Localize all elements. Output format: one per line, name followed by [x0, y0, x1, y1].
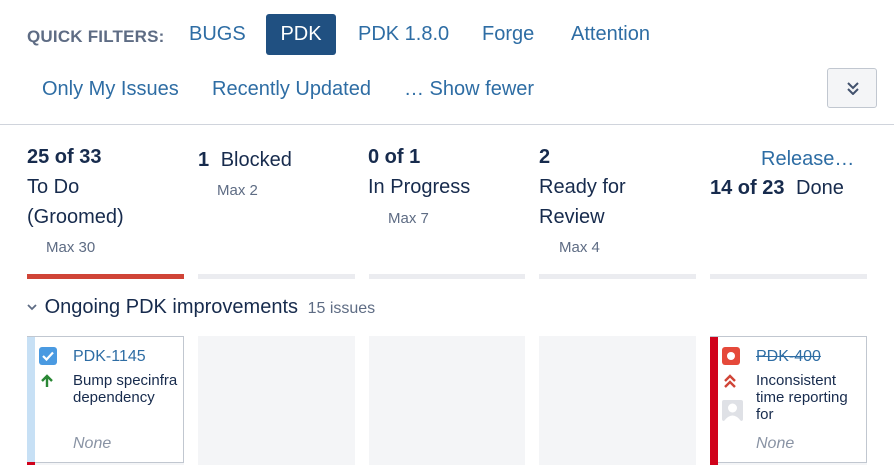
quick-filter-pdk-active[interactable]: PDK — [266, 14, 336, 55]
column-max-ready-for-review: Max 4 — [559, 239, 600, 256]
column-max-todo: Max 30 — [46, 239, 96, 256]
quick-filter-pdk-180[interactable]: PDK 1.8.0 — [358, 23, 449, 46]
bug-icon — [722, 347, 740, 365]
issue-card-pdk-1145[interactable]: PDK-1145 Bump specinfra dependency None — [27, 336, 184, 463]
priority-critical-icon — [722, 373, 738, 394]
show-fewer-link[interactable]: … Show fewer — [404, 78, 534, 101]
column-header-done: 14 of 23 Done — [710, 177, 844, 200]
release-link[interactable]: Release… — [761, 148, 854, 171]
column-cell-in-progress — [369, 336, 525, 465]
column-name-line2: Review — [539, 206, 605, 228]
task-icon — [39, 347, 57, 365]
issue-extra-field: None — [73, 435, 112, 452]
column-limit-bar-in-progress — [369, 274, 525, 279]
issue-card-pdk-400[interactable]: PDK-400 Inconsistent time reporting for … — [710, 336, 867, 463]
column-max-blocked: Max 2 — [217, 182, 258, 199]
column-name-line2: (Groomed) — [27, 206, 124, 228]
column-header-blocked: 1 Blocked — [198, 149, 292, 172]
card-grabber[interactable] — [710, 337, 718, 462]
column-count: 14 of 23 — [710, 177, 785, 199]
quick-filters-label: QUICK FILTERS: — [27, 27, 165, 46]
quick-filter-only-my-issues[interactable]: Only My Issues — [42, 78, 179, 101]
column-header-ready-for-review: 2 Ready for Review — [539, 146, 626, 229]
swimlane-title: Ongoing PDK improvements — [44, 296, 299, 318]
swimlane-header[interactable]: Ongoing PDK improvements 15 issues — [27, 296, 375, 319]
column-name: To Do — [27, 176, 80, 198]
column-name: Blocked — [220, 149, 292, 171]
card-grabber[interactable] — [27, 337, 35, 462]
issue-summary: Bump specinfra dependency — [73, 372, 178, 406]
column-header-in-progress: 0 of 1 In Progress — [368, 146, 470, 199]
issue-key-link[interactable]: PDK-400 — [756, 348, 821, 366]
chevron-down-icon — [27, 298, 39, 314]
column-cell-ready-for-review — [539, 336, 696, 465]
column-limit-bar-ready-for-review — [539, 274, 696, 279]
priority-major-icon — [39, 373, 55, 394]
issue-summary: Inconsistent time reporting for — [756, 372, 848, 423]
column-count: 1 — [198, 149, 210, 171]
header-divider — [0, 124, 894, 125]
column-limit-bar-done — [710, 274, 867, 279]
quick-filter-bugs[interactable]: BUGS — [189, 23, 246, 46]
quick-filter-recently-updated[interactable]: Recently Updated — [212, 78, 371, 101]
column-limit-bar-todo — [27, 274, 184, 279]
column-count: 0 of 1 — [368, 146, 421, 168]
quick-filter-attention[interactable]: Attention — [571, 23, 650, 46]
avatar — [722, 400, 743, 421]
column-limit-bar-blocked — [198, 274, 355, 279]
collapse-header-button[interactable] — [827, 68, 877, 108]
issue-key-link[interactable]: PDK-1145 — [73, 348, 146, 366]
column-count: 25 of 33 — [27, 146, 102, 168]
quick-filter-forge[interactable]: Forge — [482, 23, 534, 46]
issue-extra-field: None — [756, 435, 795, 452]
column-cell-blocked — [198, 336, 355, 465]
column-max-in-progress: Max 7 — [388, 210, 429, 227]
column-header-todo: 25 of 33 To Do (Groomed) — [27, 146, 124, 229]
column-count: 2 — [539, 146, 551, 168]
column-name: In Progress — [368, 176, 471, 198]
double-chevron-down-icon — [847, 82, 859, 95]
column-name: Ready for — [539, 176, 626, 198]
column-name: Done — [796, 177, 844, 199]
swimlane-issue-count: 15 issues — [307, 300, 376, 317]
